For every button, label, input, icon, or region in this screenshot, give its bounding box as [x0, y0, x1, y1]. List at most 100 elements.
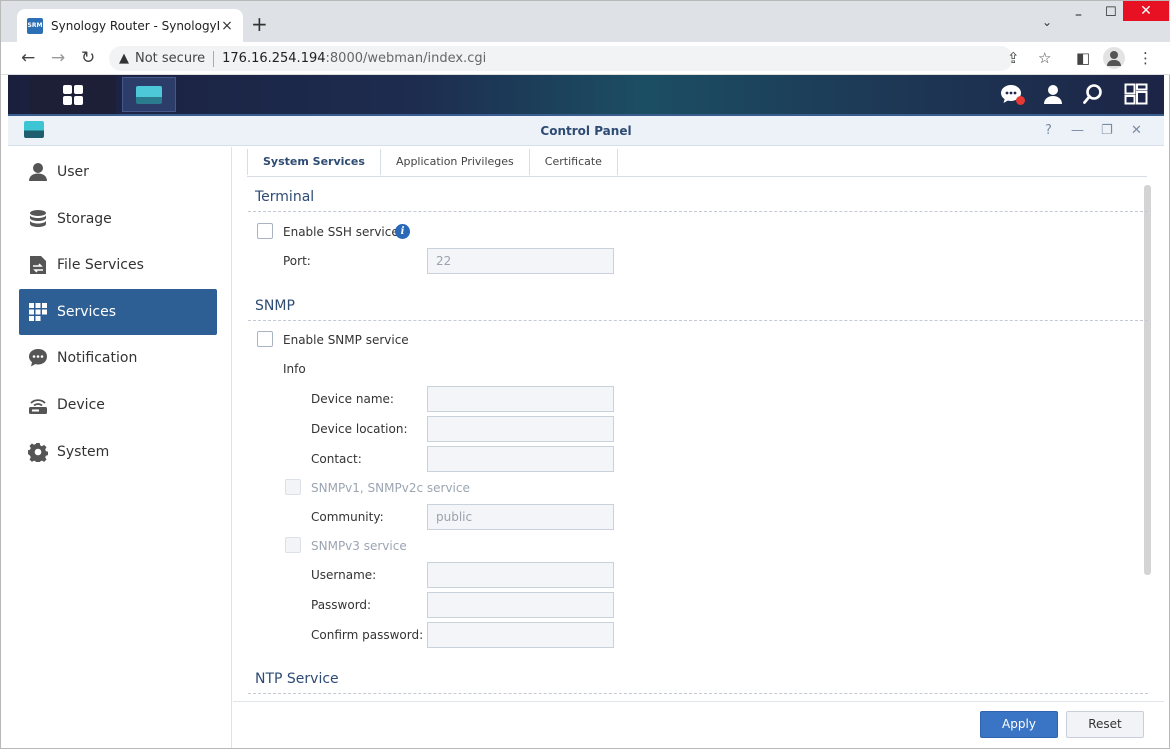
sidebar-item-label: User [57, 164, 89, 180]
browser-window: SRM Synology Router - SynologyRouter × +… [0, 0, 1170, 749]
not-secure-label: Not secure [135, 51, 206, 66]
ntp-section-divider [248, 693, 1148, 694]
browser-tab-title: Synology Router - SynologyRouter [51, 18, 219, 33]
ssh-port-input[interactable]: 22 [427, 248, 614, 274]
control-panel-taskbar-button[interactable] [122, 77, 176, 112]
srm-taskbar [8, 75, 1164, 114]
community-input[interactable]: public [427, 504, 614, 530]
port-label: Port: [283, 254, 311, 268]
sidebar-item-system[interactable]: System [19, 429, 217, 475]
notification-badge [1016, 96, 1025, 105]
services-icon [27, 301, 49, 323]
search-icon[interactable] [1082, 83, 1104, 109]
sidebar-item-label: Storage [57, 211, 112, 227]
url-omnibox[interactable]: ▲ Not secure 176.16.254.194:8000/webman/… [109, 46, 1013, 71]
profile-avatar-icon[interactable] [1103, 47, 1125, 69]
omnibox-separator [213, 50, 215, 67]
snmp-v1v2c-label: SNMPv1, SNMPv2c service [311, 481, 470, 495]
contact-input[interactable] [427, 446, 614, 472]
storage-icon [27, 208, 49, 230]
reset-button[interactable]: Reset [1066, 711, 1144, 738]
password-input[interactable] [427, 592, 614, 618]
device-location-input[interactable] [427, 416, 614, 442]
device-name-label: Device name: [311, 392, 394, 406]
bookmark-star-icon[interactable]: ☆ [1038, 49, 1051, 67]
confirm-password-input[interactable] [427, 622, 614, 648]
terminal-section-divider [248, 211, 1148, 212]
device-location-label: Device location: [311, 422, 408, 436]
window-restore-icon[interactable]: ❐ [1101, 122, 1113, 140]
contact-label: Contact: [311, 452, 362, 466]
enable-ssh-label: Enable SSH service [283, 225, 399, 239]
system-gear-icon [27, 441, 49, 463]
community-label: Community: [311, 510, 384, 524]
control-panel-titlebar: Control Panel ? — ❐ ✕ [8, 116, 1164, 146]
forward-icon[interactable]: → [51, 46, 65, 70]
sidebar-item-file-services[interactable]: File Services [19, 242, 217, 288]
window-minimize-icon[interactable]: — [1071, 122, 1084, 140]
sidebar-item-label: System [57, 444, 110, 460]
share-icon[interactable]: ⇪ [1007, 49, 1020, 67]
footer-divider [233, 701, 1164, 702]
enable-ssh-checkbox[interactable] [257, 223, 273, 239]
sidebar-item-label: Device [57, 397, 105, 413]
address-bar: ← → ↻ ▲ Not secure 176.16.254.194:8000/w… [1, 42, 1170, 75]
tab-search-chevron-icon[interactable]: ⌄ [1042, 15, 1052, 29]
window-close-icon[interactable]: ✕ [1123, 1, 1169, 21]
device-icon [27, 394, 49, 416]
url-host: 176.16.254.194 [222, 51, 326, 66]
main-menu-icon [63, 84, 83, 105]
main-menu-button[interactable] [30, 75, 116, 114]
enable-snmp-checkbox[interactable] [257, 331, 273, 347]
window-title: Control Panel [540, 124, 632, 138]
sidebar-item-services[interactable]: Services [19, 289, 217, 335]
new-tab-icon[interactable]: + [251, 14, 268, 34]
tab-application-privileges[interactable]: Application Privileges [381, 149, 530, 175]
snmp-v3-label: SNMPv3 service [311, 539, 407, 553]
browser-tab[interactable]: SRM Synology Router - SynologyRouter × [17, 9, 243, 42]
warning-icon: ▲ [119, 51, 129, 66]
services-content: System Services Application Privileges C… [233, 147, 1164, 748]
browser-menu-icon[interactable]: ⋮ [1138, 49, 1153, 67]
username-label: Username: [311, 568, 377, 582]
reload-icon[interactable]: ↻ [81, 46, 95, 70]
info-icon[interactable]: i [395, 224, 410, 239]
srm-favicon-icon: SRM [27, 17, 43, 34]
password-label: Password: [311, 598, 372, 612]
content-scrollbar[interactable] [1144, 185, 1151, 575]
help-icon[interactable]: ? [1045, 122, 1052, 140]
user-icon [27, 161, 49, 183]
user-account-icon[interactable] [1042, 83, 1064, 109]
sidebar-item-storage[interactable]: Storage [19, 196, 217, 242]
device-name-input[interactable] [427, 386, 614, 412]
enable-snmp-label: Enable SNMP service [283, 333, 409, 347]
file-services-icon [27, 254, 49, 276]
snmp-section-divider [248, 320, 1148, 321]
snmp-v3-checkbox[interactable] [285, 537, 301, 553]
username-input[interactable] [427, 562, 614, 588]
back-icon[interactable]: ← [21, 46, 35, 70]
confirm-password-label: Confirm password: [311, 628, 424, 642]
widgets-icon[interactable] [1124, 83, 1148, 109]
sidebar-item-notification[interactable]: Notification [19, 335, 217, 381]
notification-icon [27, 347, 49, 369]
sidebar-item-label: File Services [57, 257, 144, 273]
terminal-section-title: Terminal [255, 189, 315, 205]
sidebar-item-device[interactable]: Device [19, 382, 217, 428]
ntp-section-title: NTP Service [255, 671, 339, 687]
window-close-icon[interactable]: ✕ [1131, 122, 1142, 140]
sidebar-item-user[interactable]: User [19, 149, 217, 195]
tab-certificate[interactable]: Certificate [530, 149, 618, 175]
apply-button[interactable]: Apply [980, 711, 1058, 738]
control-panel-window: Control Panel ? — ❐ ✕ User Storage File … [8, 114, 1164, 748]
side-panel-icon[interactable]: ◧ [1076, 49, 1090, 67]
sidebar-item-label: Notification [57, 350, 138, 366]
close-tab-icon[interactable]: × [219, 18, 235, 34]
snmp-v1v2c-checkbox[interactable] [285, 479, 301, 495]
control-panel-sidebar: User Storage File Services Services Noti… [8, 147, 232, 748]
tab-system-services[interactable]: System Services [247, 149, 381, 175]
sidebar-item-label: Services [57, 304, 117, 320]
maximize-icon[interactable]: ☐ [1105, 5, 1117, 20]
minimize-icon[interactable]: – [1075, 7, 1082, 23]
control-panel-icon [136, 85, 162, 104]
